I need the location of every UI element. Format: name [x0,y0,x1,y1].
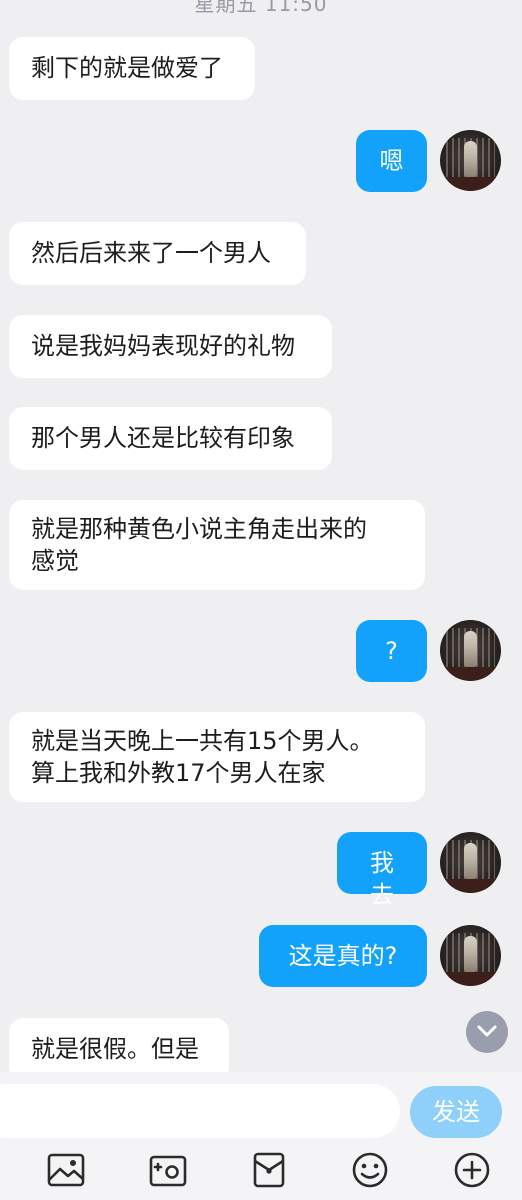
send-button[interactable]: 发送 [410,1086,502,1138]
user-avatar[interactable] [440,832,501,893]
plus-icon[interactable] [452,1150,492,1190]
message-text: 嗯 [379,147,404,175]
message-text-line: 感觉 [31,547,79,575]
message-text: 我去 [370,849,394,909]
incoming-message-bubble[interactable]: 就是很假。但是 [9,1018,229,1072]
user-avatar[interactable] [440,620,501,681]
incoming-message-bubble[interactable]: 说是我妈妈表现好的礼物 [9,315,332,378]
message-timestamp: 星期五 11:50 [194,0,328,16]
message-text-line: 就是当天晚上一共有15个男人。 [31,727,374,755]
incoming-message-bubble[interactable]: 就是那种黄色小说主角走出来的 感觉 [9,500,425,590]
message-text: 然后后来来了一个男人 [31,239,271,267]
avatar-floor-decoration [440,177,501,191]
message-text-line: 算上我和外教17个男人在家 [31,759,326,787]
avatar-figure-decoration [464,936,477,972]
message-text: ? [385,637,398,665]
outgoing-message-bubble[interactable]: 我去 [337,832,427,909]
avatar-figure-decoration [464,141,477,177]
composer-bar: 发送 [0,1072,522,1200]
avatar-floor-decoration [440,972,501,986]
avatar-figure-decoration [464,631,477,667]
image-icon[interactable] [46,1150,86,1190]
chevron-down-icon [477,1025,497,1037]
message-text-line: 就是那种黄色小说主角走出来的 [31,515,367,543]
avatar-floor-decoration [440,667,501,681]
chat-history[interactable]: 星期五 11:50 剩下的就是做爱了 嗯 然后后来来了一个男人 说是我妈妈表现好… [0,0,522,1072]
user-avatar[interactable] [440,130,501,191]
message-text: 那个男人还是比较有印象 [31,424,295,452]
incoming-message-bubble[interactable]: 然后后来来了一个男人 [9,222,306,285]
message-text: 就是很假。但是 [31,1035,199,1063]
avatar-floor-decoration [440,879,501,893]
camera-icon[interactable] [148,1150,188,1190]
outgoing-message-bubble[interactable]: ? [356,620,427,682]
incoming-message-bubble[interactable]: 剩下的就是做爱了 [9,37,255,100]
red-packet-icon[interactable] [249,1150,289,1190]
incoming-message-bubble[interactable]: 那个男人还是比较有印象 [9,407,332,470]
incoming-message-bubble[interactable]: 就是当天晚上一共有15个男人。 算上我和外教17个男人在家 [9,712,425,802]
message-text: 剩下的就是做爱了 [31,54,223,82]
avatar-figure-decoration [464,843,477,879]
message-text: 说是我妈妈表现好的礼物 [31,332,295,360]
emoji-icon[interactable] [350,1150,390,1190]
message-text: 这是真的? [288,942,398,970]
message-input[interactable] [0,1084,400,1138]
outgoing-message-bubble[interactable]: 嗯 [356,130,427,192]
scroll-to-bottom-button[interactable] [466,1011,508,1053]
outgoing-message-bubble[interactable]: 这是真的? [259,925,427,987]
user-avatar[interactable] [440,925,501,986]
